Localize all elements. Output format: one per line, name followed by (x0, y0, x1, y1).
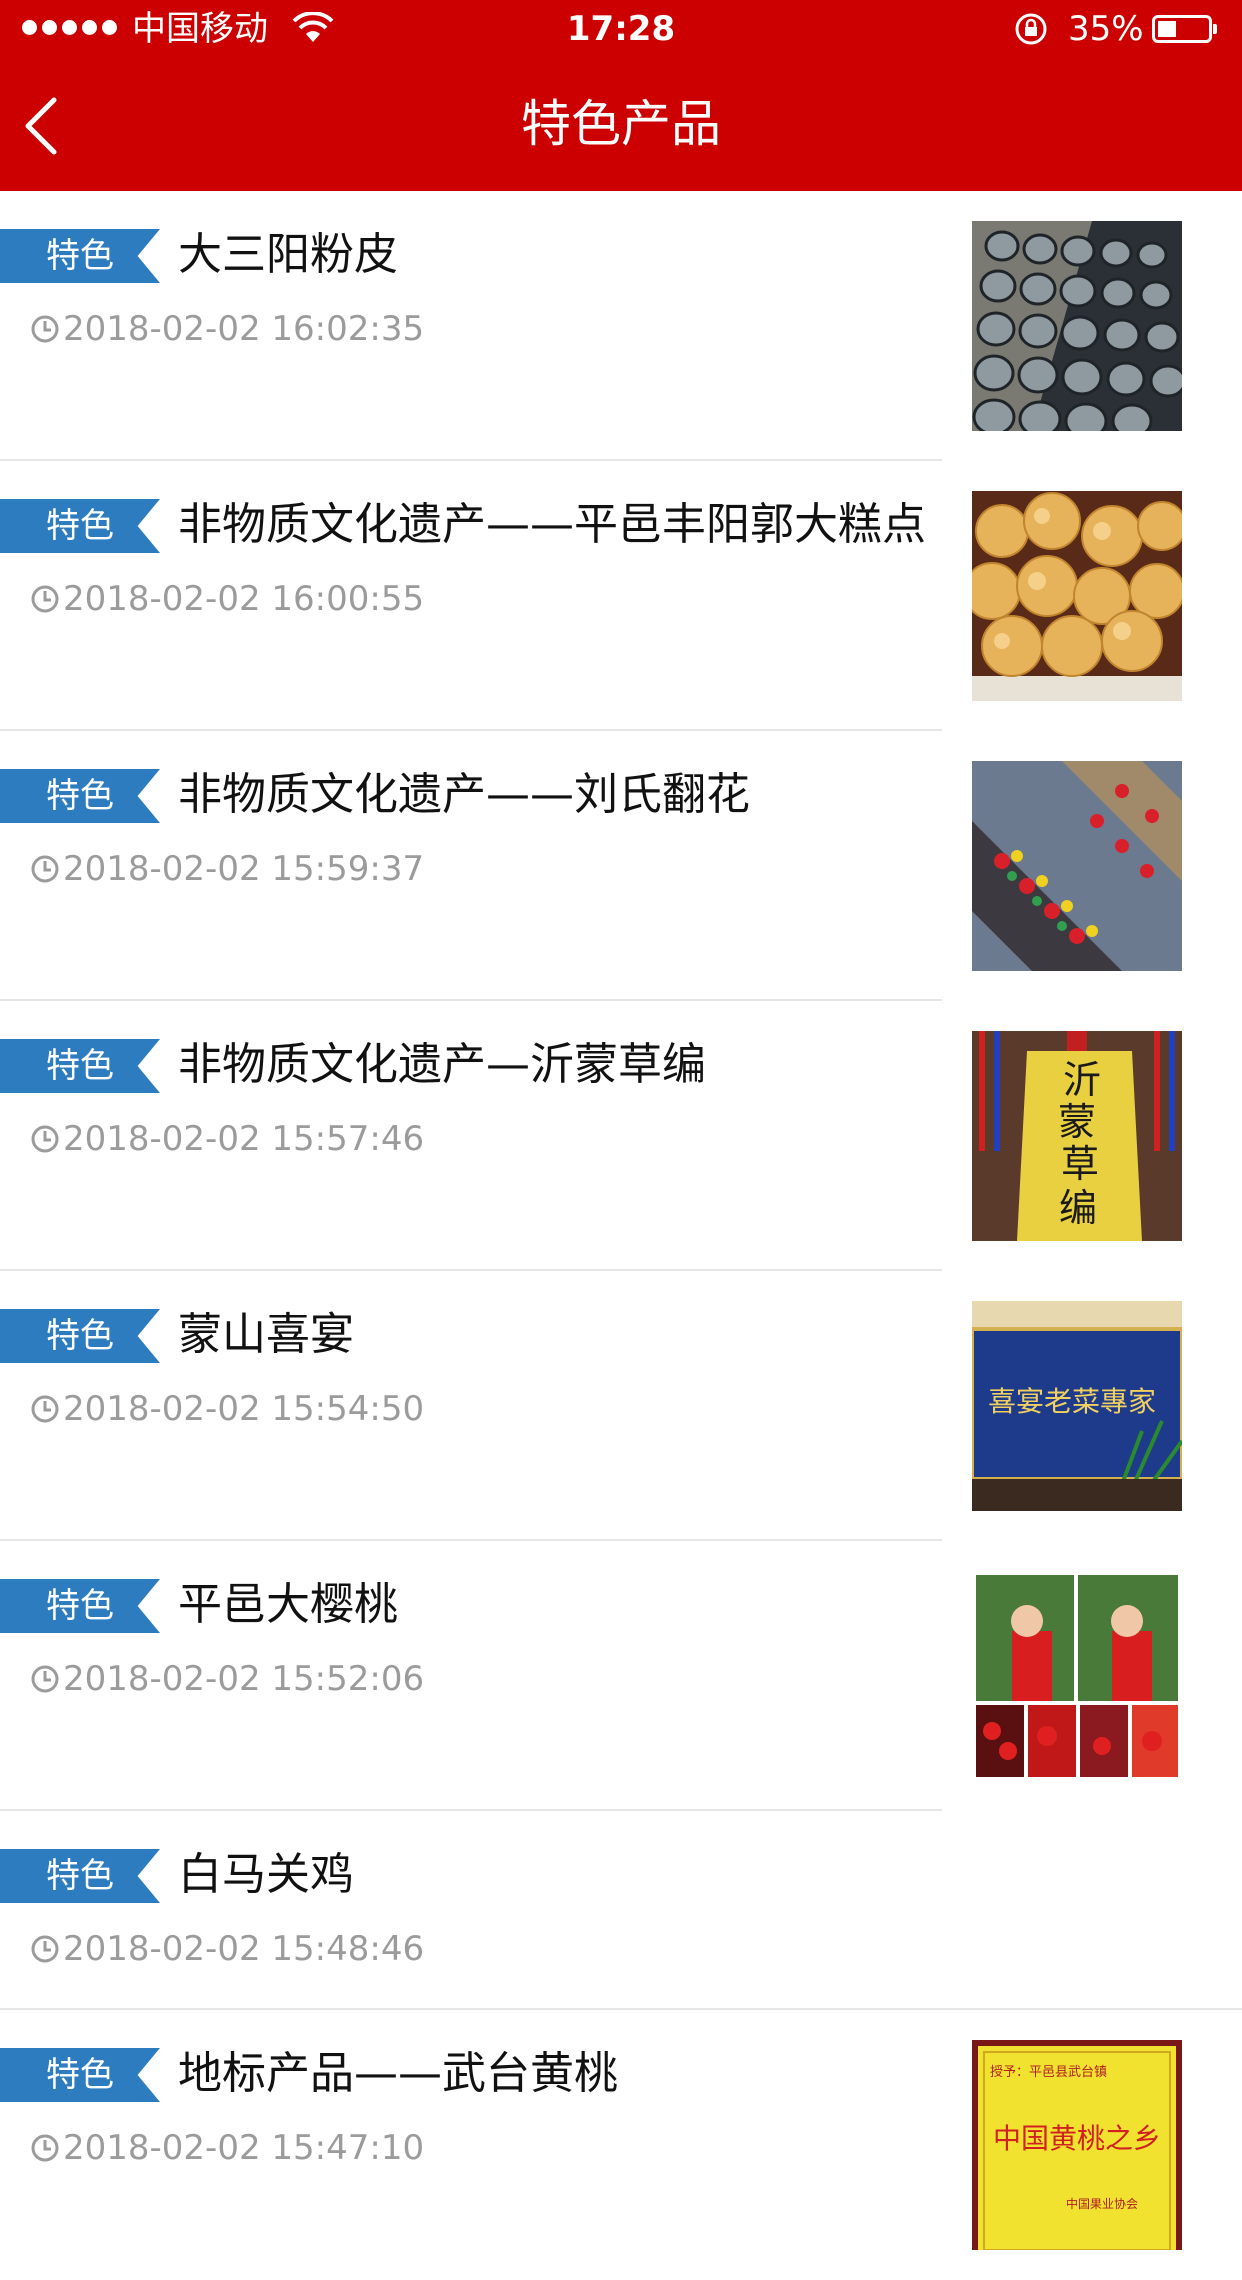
image-text: 蒙 (1058, 1100, 1096, 1144)
clock-icon (31, 855, 59, 883)
clock-icon (31, 1665, 59, 1693)
item-date: 2018-02-02 15:54:50 (30, 1387, 424, 1431)
clock-icon (31, 2134, 59, 2162)
feature-tag: 特色 (0, 769, 160, 823)
item-title: 大三阳粉皮 (178, 229, 398, 280)
image-text: 编 (1059, 1186, 1097, 1230)
feature-tag: 特色 (0, 1849, 160, 1903)
page-title: 特色产品 (521, 95, 721, 153)
paper-flowers-image (972, 761, 1182, 971)
item-date-text: 2018-02-02 16:00:55 (63, 579, 425, 619)
list-item[interactable]: 特色 蒙山喜宴 2018-02-02 15:54:50 喜宴老菜專家 (0, 1271, 1242, 1541)
feature-tag: 特色 (0, 229, 160, 283)
image-text: 中国果业协会 (1066, 2196, 1138, 2211)
battery-icon (1152, 15, 1212, 43)
feature-tag: 特色 (0, 1309, 160, 1363)
item-date-text: 2018-02-02 15:52:06 (63, 1659, 425, 1699)
certificate-image: 授予：平邑县武台镇 中国黄桃之乡 中国果业协会 (972, 2040, 1182, 2250)
nav-header: 中国移动 17:28 35% 特色产品 (0, 0, 1242, 191)
item-title: 平邑大樱桃 (178, 1579, 398, 1630)
feature-tag: 特色 (0, 499, 160, 553)
item-date: 2018-02-02 15:57:46 (30, 1117, 424, 1161)
straw-weaving-image: 沂 蒙 草 编 (972, 1031, 1182, 1241)
feature-tag: 特色 (0, 2048, 160, 2102)
item-thumbnail: 沂 蒙 草 编 (972, 1031, 1182, 1241)
item-date-text: 2018-02-02 15:54:50 (63, 1389, 425, 1429)
item-date-text: 2018-02-02 15:57:46 (63, 1119, 425, 1159)
clock-icon (31, 1125, 59, 1153)
wedding-banquet-image: 喜宴老菜專家 (972, 1301, 1182, 1511)
item-date: 2018-02-02 15:52:06 (30, 1657, 424, 1701)
item-date: 2018-02-02 16:00:55 (30, 577, 424, 621)
item-title: 地标产品——武台黄桃 (178, 2048, 618, 2099)
cherries-image (972, 1571, 1182, 1781)
item-thumbnail (972, 761, 1182, 971)
orientation-lock-icon (1015, 13, 1047, 45)
item-thumbnail (972, 491, 1182, 701)
list-item[interactable]: 特色 平邑大樱桃 2018-02-02 15:52:06 (0, 1541, 1242, 1811)
item-title: 非物质文化遗产——平邑丰阳郭大糕点 (178, 499, 926, 550)
item-date: 2018-02-02 15:59:37 (30, 847, 424, 891)
list-item[interactable]: 特色 大三阳粉皮 2018-02-02 16:02:35 (0, 191, 1242, 461)
status-bar: 中国移动 17:28 35% (0, 0, 1242, 60)
image-text: 授予：平邑县武台镇 (990, 2065, 1107, 2080)
clock-icon (31, 315, 59, 343)
list-item[interactable]: 特色 非物质文化遗产—沂蒙草编 2018-02-02 15:57:46 沂 蒙 … (0, 1001, 1242, 1271)
list-item[interactable]: 特色 白马关鸡 2018-02-02 15:48:46 (0, 1811, 1242, 2010)
item-thumbnail (972, 1571, 1182, 1781)
status-time: 17:28 (566, 9, 676, 49)
item-title: 白马关鸡 (178, 1849, 354, 1900)
image-text: 草 (1061, 1142, 1099, 1186)
item-date: 2018-02-02 15:48:46 (30, 1927, 424, 1971)
image-text: 中国黄桃之乡 (993, 2122, 1161, 2155)
battery-tip (1213, 24, 1217, 34)
rice-noodle-sheets-image (972, 221, 1182, 431)
list-item[interactable]: 特色 非物质文化遗产——刘氏翻花 2018-02-02 15:59:37 (0, 731, 1242, 1001)
item-date-text: 2018-02-02 15:59:37 (63, 849, 425, 889)
item-date-text: 2018-02-02 16:02:35 (63, 309, 425, 349)
list-item[interactable]: 特色 非物质文化遗产——平邑丰阳郭大糕点 2018-02-02 16:00:55 (0, 461, 1242, 731)
item-date: 2018-02-02 15:47:10 (30, 2126, 424, 2170)
item-title: 非物质文化遗产—沂蒙草编 (178, 1039, 706, 1090)
clock-icon (31, 1935, 59, 1963)
item-thumbnail (972, 221, 1182, 431)
pastries-image (972, 491, 1182, 701)
item-date-text: 2018-02-02 15:47:10 (63, 2128, 425, 2168)
item-date: 2018-02-02 16:02:35 (30, 307, 424, 351)
item-title: 蒙山喜宴 (178, 1309, 354, 1360)
item-title: 非物质文化遗产——刘氏翻花 (178, 769, 750, 820)
clock-icon (31, 1395, 59, 1423)
image-text: 沂 (1063, 1058, 1101, 1102)
battery-percent: 35% (1068, 9, 1144, 49)
image-text: 喜宴老菜專家 (988, 1385, 1156, 1418)
item-date-text: 2018-02-02 15:48:46 (63, 1929, 425, 1969)
feature-tag: 特色 (0, 1039, 160, 1093)
item-thumbnail: 喜宴老菜專家 (972, 1301, 1182, 1511)
list-item[interactable]: 特色 地标产品——武台黄桃 2018-02-02 15:47:10 授予：平邑县… (0, 2010, 1242, 2280)
clock-icon (31, 585, 59, 613)
feature-tag: 特色 (0, 1579, 160, 1633)
item-thumbnail: 授予：平邑县武台镇 中国黄桃之乡 中国果业协会 (972, 2040, 1182, 2250)
